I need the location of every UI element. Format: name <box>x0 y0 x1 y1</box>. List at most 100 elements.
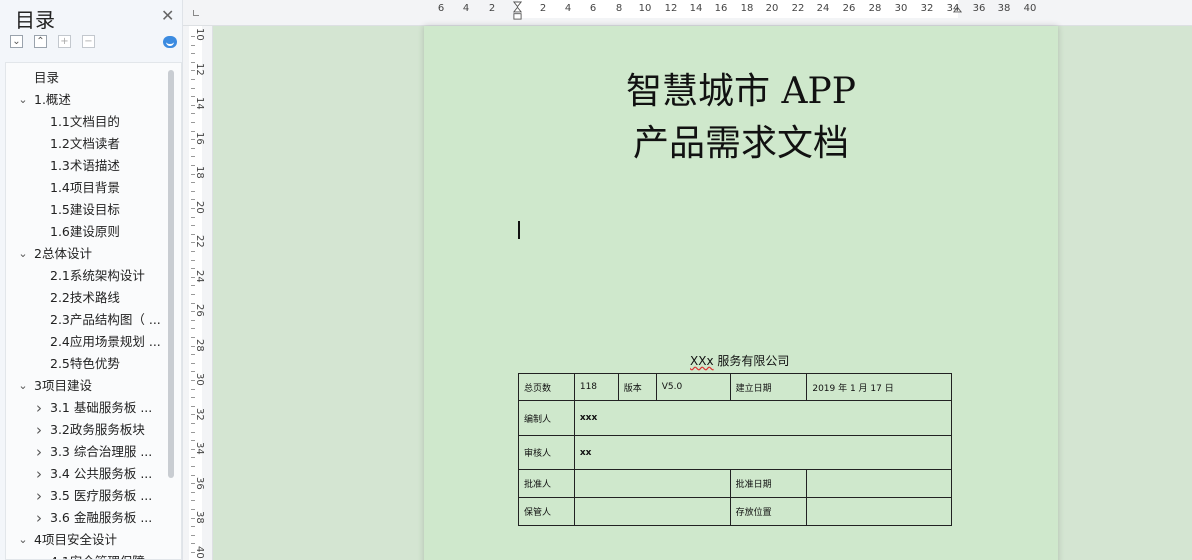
ruler-tick <box>191 483 195 485</box>
toc-item-label: 3.1 基础服务板 ... <box>50 400 153 415</box>
table-cell-label: 存放位置 <box>729 497 808 526</box>
text-cursor <box>518 221 520 239</box>
chevron-right-icon[interactable]: › <box>33 485 45 507</box>
ruler-tick <box>191 199 195 201</box>
ruler-tick <box>191 509 195 510</box>
company-name: XXx 服务有限公司 <box>690 352 789 369</box>
ruler-number: 8 <box>615 3 623 14</box>
ruler-tick <box>191 423 195 424</box>
ruler-tick <box>191 405 195 407</box>
ruler-tick <box>191 457 195 459</box>
collapse-icon[interactable]: ⌄ <box>10 35 23 48</box>
doc-title-line2: 产品需求文档 <box>632 123 849 164</box>
ruler-number: 36 <box>194 476 205 490</box>
horizontal-ruler[interactable]: 6 4 2 2 4 6 8 10 12 14 16 18 20 22 24 26 28 30 32 34 36 38 40 <box>183 0 1192 26</box>
ruler-tick <box>191 182 195 184</box>
ruler-tick <box>191 165 195 166</box>
ruler-tick <box>191 242 195 244</box>
ruler-tick <box>191 474 195 476</box>
ruler-tick <box>191 285 195 287</box>
remove-icon[interactable]: − <box>82 35 95 48</box>
ruler-tick <box>191 345 195 347</box>
chevron-right-icon[interactable]: › <box>33 551 45 559</box>
sidebar-toolbar: ⌄ ⌃ + − <box>10 35 180 49</box>
chevron-down-icon[interactable]: ⌄ <box>17 529 29 551</box>
ruler-tick <box>191 534 195 536</box>
ruler-tick <box>191 96 195 98</box>
chevron-down-icon[interactable]: ⌄ <box>17 243 29 265</box>
toc-item-label: 4.1安全管理保障 <box>50 551 145 559</box>
chevron-right-icon[interactable]: › <box>33 507 45 529</box>
toc-item-label: 3.6 金融服务板 ... <box>50 510 153 525</box>
ruler-number: 36 <box>972 3 986 14</box>
ruler-tick <box>191 156 195 158</box>
chevron-down-icon[interactable]: ⌄ <box>17 375 29 397</box>
ruler-number: 38 <box>997 3 1011 14</box>
ruler-tick <box>191 130 195 132</box>
ruler-tick <box>191 87 195 89</box>
ruler-number: 12 <box>664 3 678 14</box>
ruler-tick <box>191 414 195 416</box>
document-page[interactable]: 智慧城市 APP 产品需求文档 XXx 服务有限公司 总页数 118 版本 V5… <box>424 26 1058 560</box>
indent-marker-icon[interactable] <box>513 1 522 21</box>
ruler-tick <box>191 259 195 261</box>
chevron-right-icon[interactable]: › <box>33 419 45 441</box>
table-row: 审核人 xx <box>518 435 953 470</box>
table-cell-value[interactable]: xx <box>573 435 953 470</box>
ruler-tick <box>191 251 195 252</box>
chevron-right-icon[interactable]: › <box>33 441 45 463</box>
ruler-number: 6 <box>437 3 445 14</box>
ruler-tick <box>191 104 195 106</box>
toggle-icon[interactable] <box>163 36 177 48</box>
table-cell-value[interactable] <box>806 469 952 498</box>
ruler-number: 12 <box>194 62 205 76</box>
ruler-tick <box>191 371 195 373</box>
ruler-tick <box>191 517 195 519</box>
ruler-tick <box>191 36 195 37</box>
ruler-number: 22 <box>194 235 205 248</box>
table-cell-label: 批准日期 <box>729 469 808 498</box>
ruler-tick <box>191 440 195 442</box>
ruler-number: 32 <box>194 407 205 421</box>
vertical-ruler[interactable]: 10 12 14 16 18 20 22 24 26 28 30 32 34 36 38 40 <box>183 26 213 560</box>
ruler-number: 20 <box>765 3 779 14</box>
ruler-tick <box>191 147 195 149</box>
ruler-number: 28 <box>194 338 205 352</box>
company-prefix: XXx <box>690 354 714 368</box>
toc-item-label: 4项目安全设计 <box>34 532 117 547</box>
add-icon[interactable]: + <box>58 35 71 48</box>
ruler-tick <box>191 552 195 553</box>
table-cell-value[interactable]: xxx <box>573 400 953 436</box>
document-info-table: 总页数 118 版本 V5.0 建立日期 2019 年 1 月 17 日 编制人… <box>518 373 953 526</box>
toc-item-label: 2总体设计 <box>34 246 92 261</box>
chevron-right-icon[interactable]: › <box>33 397 45 419</box>
ruler-number: 34 <box>194 442 205 455</box>
ruler-tick <box>191 466 195 467</box>
ruler-number: 30 <box>194 373 205 386</box>
expand-icon[interactable]: ⌃ <box>34 35 47 48</box>
ruler-tick <box>191 526 195 528</box>
toc-item-label: 3.5 医疗服务板 ... <box>50 488 153 503</box>
table-cell-value[interactable] <box>573 497 731 526</box>
table-cell-label: 保管人 <box>518 497 575 526</box>
table-cell-value[interactable]: V5.0 <box>655 373 731 401</box>
ruler-tick <box>191 294 195 295</box>
scrollbar[interactable] <box>168 70 174 478</box>
toc-sidebar: 目录 ✕ ⌄ ⌃ + − 目录 ⌄ 1.概述 1.1文档目的 1.2文档读者 1.3术语描… <box>0 0 183 560</box>
ruler-number: 4 <box>462 3 470 14</box>
toc-item-label: 2.1系统架构设计 <box>50 268 145 283</box>
table-cell-value[interactable] <box>806 497 952 526</box>
table-cell-label: 建立日期 <box>729 373 808 401</box>
ruler-number: 30 <box>894 3 908 14</box>
table-cell-value[interactable] <box>573 469 731 498</box>
table-cell-value[interactable]: 118 <box>573 373 619 401</box>
ruler-tick <box>191 113 195 115</box>
ruler-tick <box>191 311 195 313</box>
toc-item-label: 1.1文档目的 <box>50 114 120 129</box>
close-icon[interactable]: ✕ <box>161 6 174 25</box>
toc-item-label: 1.5建设目标 <box>50 202 120 217</box>
chevron-down-icon[interactable]: ⌄ <box>17 89 29 111</box>
ruler-number: 24 <box>816 3 830 14</box>
table-cell-value[interactable]: 2019 年 1 月 17 日 <box>806 373 952 401</box>
chevron-right-icon[interactable]: › <box>33 463 45 485</box>
